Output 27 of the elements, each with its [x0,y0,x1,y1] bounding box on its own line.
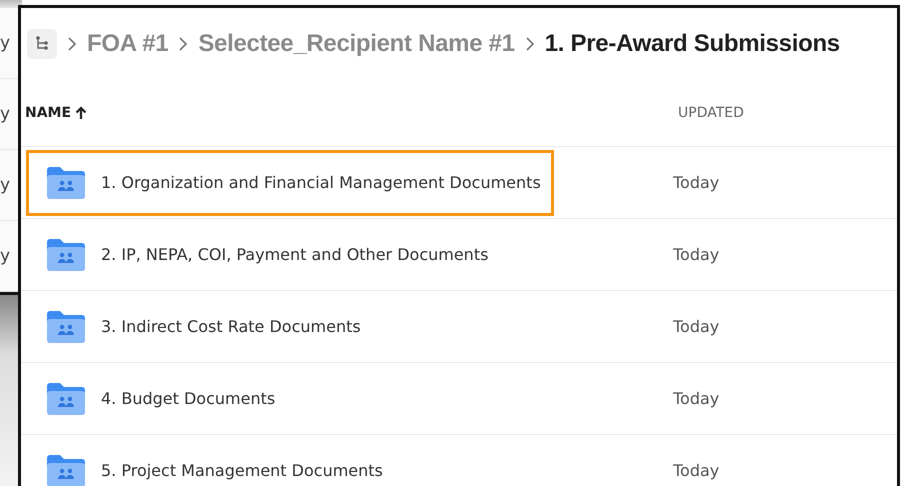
list-text: y [0,34,10,52]
chevron-icon [67,36,77,52]
folder-name[interactable]: 4. Budget Documents [101,389,276,408]
list-text: y [0,176,10,194]
folder-name[interactable]: 5. Project Management Documents [101,461,383,480]
shared-folder-icon [45,238,87,272]
folder-name[interactable]: 2. IP, NEPA, COI, Payment and Other Documents [101,245,488,264]
updated-date: Today [673,461,720,480]
chevron-icon [524,36,535,52]
column-header[interactable]: UPDATED [678,105,744,121]
window-top-edge [0,0,22,8]
column-header[interactable]: NAME [25,105,72,121]
shared-folder-icon [45,382,87,416]
chevron-icon [178,36,188,52]
tree-icon[interactable] [27,29,57,59]
shared-folder-icon [45,166,87,200]
updated-date: Today [673,317,720,336]
list-text: y [0,106,10,122]
updated-date: Today [673,173,720,192]
updated-date: Today [673,389,720,408]
updated-date: Today [673,245,720,264]
folder-name[interactable]: 1. Organization and Financial Management Documents [101,173,541,192]
list-text: y [0,248,10,264]
shared-folder-icon [45,310,87,344]
sort-arrow-icon [75,106,88,120]
folder-name[interactable]: 3. Indirect Cost Rate Documents [101,317,361,336]
shared-folder-icon [45,454,87,486]
